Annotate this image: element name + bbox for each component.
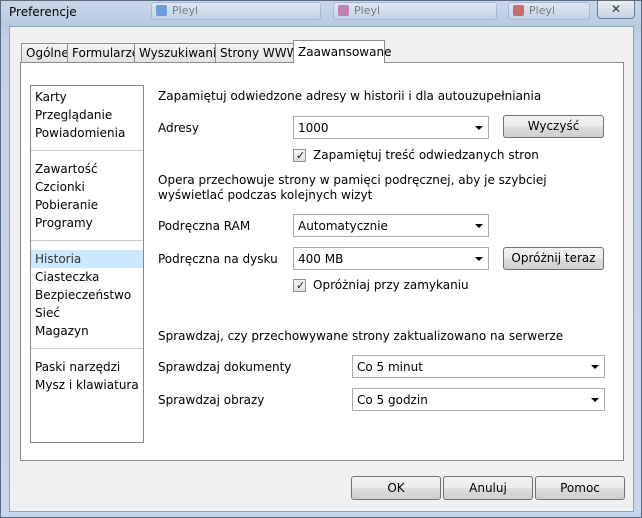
cache-description-2: wyświetlać podczas kolejnych wizyt <box>158 188 373 202</box>
disk-cache-value: 400 MB <box>298 252 344 266</box>
empty-on-exit-label: Opróżniaj przy zamykaniu <box>313 278 469 292</box>
tab-label: Wyszukiwanie <box>139 46 224 60</box>
empty-on-exit-checkbox[interactable]: ✓ <box>293 279 306 292</box>
check-documents-value: Co 5 minut <box>357 360 423 374</box>
checkmark-icon: ✓ <box>296 149 306 162</box>
page-icon <box>156 5 167 16</box>
ok-button[interactable]: OK <box>351 476 441 500</box>
disk-cache-select[interactable]: 400 MB <box>293 247 489 270</box>
remember-content-label: Zapamiętuj treść odwiedzanych stron <box>313 148 539 162</box>
history-heading: Zapamiętuj odwiedzone adresy w historii … <box>158 89 542 103</box>
tab-search[interactable]: Wyszukiwanie <box>134 43 224 62</box>
nav-item-content[interactable]: Zawartość <box>31 160 143 178</box>
checkmark-icon: ✓ <box>296 279 306 292</box>
tab-label: Strony WWW <box>220 46 299 60</box>
background-tab-label: Pleyl <box>354 4 381 17</box>
help-button[interactable]: Pomoc <box>535 476 625 500</box>
check-images-value: Co 5 godzin <box>357 393 428 407</box>
nav-item-toolbars[interactable]: Paski narzędzi <box>31 358 143 376</box>
tab-label: Zaawansowane <box>298 45 392 59</box>
chevron-down-icon <box>475 257 483 261</box>
check-images-label: Sprawdzaj obrazy <box>158 393 265 407</box>
nav-separator <box>31 240 143 241</box>
nav-item-tabs[interactable]: Karty <box>31 88 143 106</box>
page-icon <box>338 5 349 16</box>
nav-item-fonts[interactable]: Czcionki <box>31 178 143 196</box>
addresses-select[interactable]: 1000 <box>293 116 489 139</box>
close-icon: ✕ <box>610 2 622 16</box>
title-bar[interactable]: Preferencje Pleyl Pleyl Pleyl ✕ <box>1 1 641 25</box>
background-tab: Pleyl <box>333 2 497 20</box>
nav-group: Zawartość Czcionki Pobieranie Programy <box>31 160 143 232</box>
chevron-down-icon <box>475 224 483 228</box>
nav-item-downloads[interactable]: Pobieranie <box>31 196 143 214</box>
tab-label: Formularze <box>72 46 140 60</box>
nav-separator <box>31 348 143 349</box>
background-tab-label: Pleyl <box>172 4 199 17</box>
cancel-button[interactable]: Anuluj <box>443 476 533 500</box>
tab-label: Ogólne <box>26 46 69 60</box>
category-list[interactable]: Karty Przeglądanie Powiadomienia Zawarto… <box>30 85 144 443</box>
check-heading: Sprawdzaj, czy przechowywane strony zakt… <box>158 329 564 343</box>
ram-cache-value: Automatycznie <box>298 219 388 233</box>
addresses-value: 1000 <box>298 121 329 135</box>
tab-advanced[interactable]: Zaawansowane <box>293 40 391 63</box>
nav-item-cookies[interactable]: Ciasteczka <box>31 268 143 286</box>
addresses-label: Adresy <box>158 121 200 135</box>
background-tab: Pleyl <box>151 2 321 20</box>
dialog-client: Ogólne Formularze Wyszukiwanie Strony WW… <box>9 26 634 512</box>
nav-separator <box>31 150 143 151</box>
empty-cache-button[interactable]: Opróżnij teraz <box>503 247 604 270</box>
chevron-down-icon <box>591 365 599 369</box>
check-documents-select[interactable]: Co 5 minut <box>352 355 605 378</box>
preferences-window: Preferencje Pleyl Pleyl Pleyl ✕ Ogólne F… <box>0 0 642 518</box>
ram-cache-label: Podręczna RAM <box>158 219 251 233</box>
background-tab-label: Pleyl <box>529 4 556 17</box>
tab-webpages[interactable]: Strony WWW <box>215 43 298 62</box>
nav-item-programs[interactable]: Programy <box>31 214 143 232</box>
window-title: Preferencje <box>9 5 77 19</box>
nav-item-browsing[interactable]: Przeglądanie <box>31 106 143 124</box>
nav-item-notifications[interactable]: Powiadomienia <box>31 124 143 142</box>
nav-item-network[interactable]: Sieć <box>31 304 143 322</box>
cache-description: Opera przechowuje strony w pamięci podrę… <box>158 173 547 187</box>
background-tab: Pleyl <box>508 2 590 20</box>
tab-general[interactable]: Ogólne <box>21 43 69 62</box>
nav-group: Historia Ciasteczka Bezpieczeństwo Sieć … <box>31 250 143 340</box>
nav-group: Karty Przeglądanie Powiadomienia <box>31 88 143 142</box>
chevron-down-icon <box>475 126 483 130</box>
ram-cache-select[interactable]: Automatycznie <box>293 214 489 237</box>
chevron-down-icon <box>591 398 599 402</box>
tab-forms[interactable]: Formularze <box>67 43 139 62</box>
nav-item-mouse-keyboard[interactable]: Mysz i klawiatura <box>31 376 143 394</box>
page-icon <box>513 5 524 16</box>
check-images-select[interactable]: Co 5 godzin <box>352 388 605 411</box>
nav-item-storage[interactable]: Magazyn <box>31 322 143 340</box>
nav-group: Paski narzędzi Mysz i klawiatura <box>31 358 143 394</box>
advanced-panel: Karty Przeglądanie Powiadomienia Zawarto… <box>20 62 624 461</box>
remember-content-checkbox[interactable]: ✓ <box>293 149 306 162</box>
check-documents-label: Sprawdzaj dokumenty <box>158 360 292 374</box>
clear-history-button[interactable]: Wyczyść <box>503 115 604 138</box>
nav-item-security[interactable]: Bezpieczeństwo <box>31 286 143 304</box>
close-button[interactable]: ✕ <box>597 1 635 19</box>
disk-cache-label: Podręczna na dysku <box>158 252 278 266</box>
nav-item-history[interactable]: Historia <box>31 250 143 268</box>
